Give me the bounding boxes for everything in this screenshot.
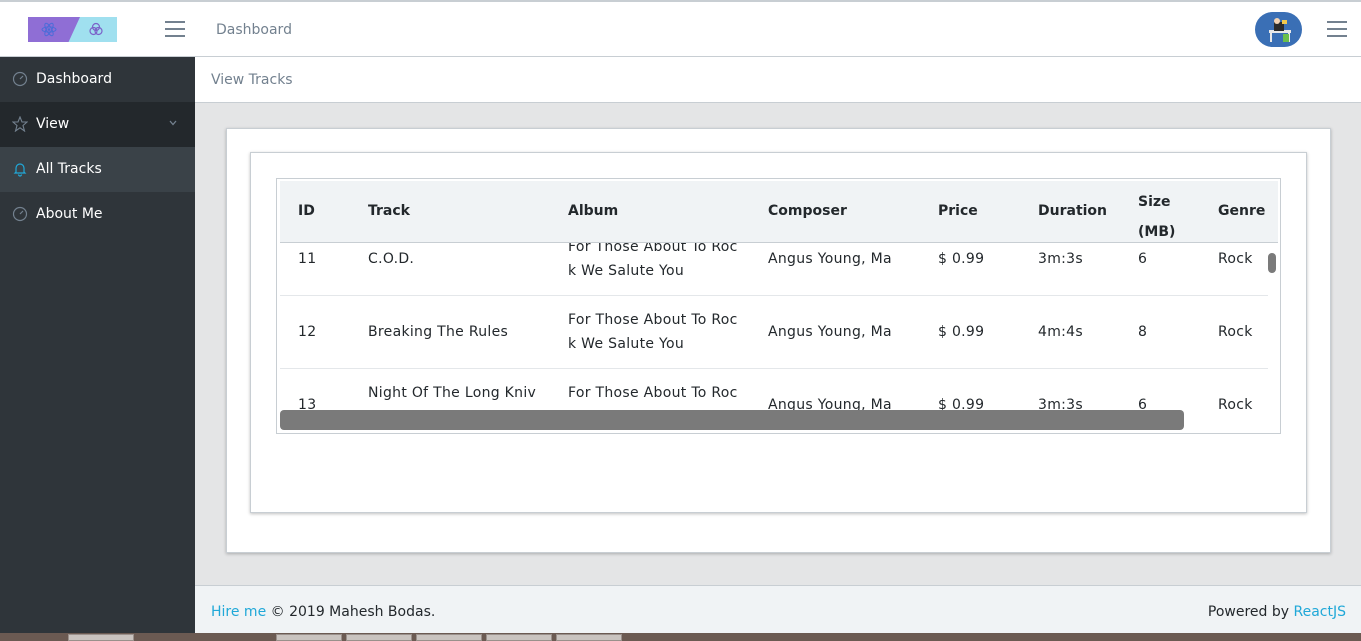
app-header: Dashboard <box>0 2 1361 57</box>
sidebar-item-dashboard[interactable]: Dashboard <box>0 57 195 102</box>
sidebar-toggle-icon[interactable] <box>165 21 185 37</box>
vertical-scrollbar-thumb[interactable] <box>1268 253 1276 273</box>
speedometer-icon <box>12 206 28 222</box>
brand-logo[interactable] <box>28 17 117 42</box>
avatar[interactable] <box>1255 12 1302 47</box>
header-nav-dashboard[interactable]: Dashboard <box>216 22 292 38</box>
cell-id: 11 <box>298 251 317 267</box>
horizontal-scrollbar-thumb[interactable] <box>280 410 1184 430</box>
column-header-price[interactable]: Price <box>938 203 978 219</box>
sidebar-item-label: Dashboard <box>36 71 112 87</box>
column-header-album[interactable]: Album <box>568 203 618 219</box>
table-body: 11 C.O.D. For Those About To Rock We Sal… <box>280 243 1268 431</box>
star-icon <box>12 116 28 132</box>
taskbar-button[interactable] <box>486 634 552 641</box>
cell-price: $ 0.99 <box>938 251 985 267</box>
footer-right: Powered by ReactJS <box>1208 604 1346 620</box>
sidebar-item-all-tracks[interactable]: All Tracks <box>0 147 195 192</box>
cell-track: C.O.D. <box>368 251 415 267</box>
hire-me-link[interactable]: Hire me <box>211 604 266 620</box>
footer-left: Hire me © 2019 Mahesh Bodas. <box>211 604 435 620</box>
breadcrumb: View Tracks <box>195 57 1361 103</box>
cell-size: 8 <box>1138 324 1148 340</box>
taskbar-button[interactable] <box>68 634 134 641</box>
cell-genre: Rock <box>1218 397 1253 413</box>
sidebar-item-about-me[interactable]: About Me <box>0 192 195 237</box>
cell-genre: Rock <box>1218 251 1253 267</box>
sidebar: Dashboard View All Tracks About Me <box>0 57 195 641</box>
sidebar-item-view[interactable]: View <box>0 102 195 147</box>
taskbar-button[interactable] <box>556 634 622 641</box>
taskbar-button[interactable] <box>416 634 482 641</box>
cell-duration: 4m:4s <box>1038 324 1083 340</box>
powered-by-text: Powered by <box>1207 604 1290 620</box>
column-header-composer[interactable]: Composer <box>768 203 847 219</box>
chevron-down-icon <box>169 120 177 126</box>
taskbar-button[interactable] <box>276 634 342 641</box>
cell-genre: Rock <box>1218 324 1253 340</box>
cell-track: Night Of The Long Kniv <box>368 385 537 401</box>
cell-id: 12 <box>298 324 317 340</box>
column-header-size[interactable]: Size (MB) <box>1138 187 1175 247</box>
app-footer: Hire me © 2019 Mahesh Bodas. Powered by … <box>195 585 1361 635</box>
column-header-id[interactable]: ID <box>298 203 315 219</box>
cell-album: For Those About To Rock We Salute You <box>568 243 738 279</box>
cell-album: For Those About To Rock We Salute You <box>568 312 738 352</box>
breadcrumb-current: View Tracks <box>211 72 293 88</box>
react-icon <box>41 22 57 37</box>
taskbar-button[interactable] <box>346 634 412 641</box>
redux-icon <box>89 22 103 36</box>
table-header: ID Track Album Composer Price Duration S… <box>280 181 1278 243</box>
copyright-text: © 2019 Mahesh Bodas. <box>270 604 436 620</box>
cell-composer: Angus Young, Ma <box>768 324 892 340</box>
table-row[interactable]: 11 C.O.D. For Those About To Rock We Sal… <box>280 243 1268 296</box>
reactjs-link[interactable]: ReactJS <box>1294 604 1347 620</box>
column-header-duration[interactable]: Duration <box>1038 203 1107 219</box>
cell-duration: 3m:3s <box>1038 251 1083 267</box>
sidebar-item-label: About Me <box>36 206 103 222</box>
cell-size: 6 <box>1138 251 1148 267</box>
column-header-track[interactable]: Track <box>368 203 410 219</box>
column-header-genre[interactable]: Genre <box>1218 203 1265 219</box>
sidebar-item-label: View <box>36 116 70 132</box>
bell-icon <box>13 163 27 177</box>
cell-album: For Those About To Roc <box>568 385 738 401</box>
cell-price: $ 0.99 <box>938 324 985 340</box>
sidebar-item-label: All Tracks <box>36 161 102 177</box>
speedometer-icon <box>12 71 28 87</box>
aside-menu-toggle-icon[interactable] <box>1327 21 1347 37</box>
os-taskbar <box>0 633 1361 641</box>
table-row[interactable]: 12 Breaking The Rules For Those About To… <box>280 296 1268 369</box>
cell-track: Breaking The Rules <box>368 324 509 340</box>
cell-composer: Angus Young, Ma <box>768 251 892 267</box>
